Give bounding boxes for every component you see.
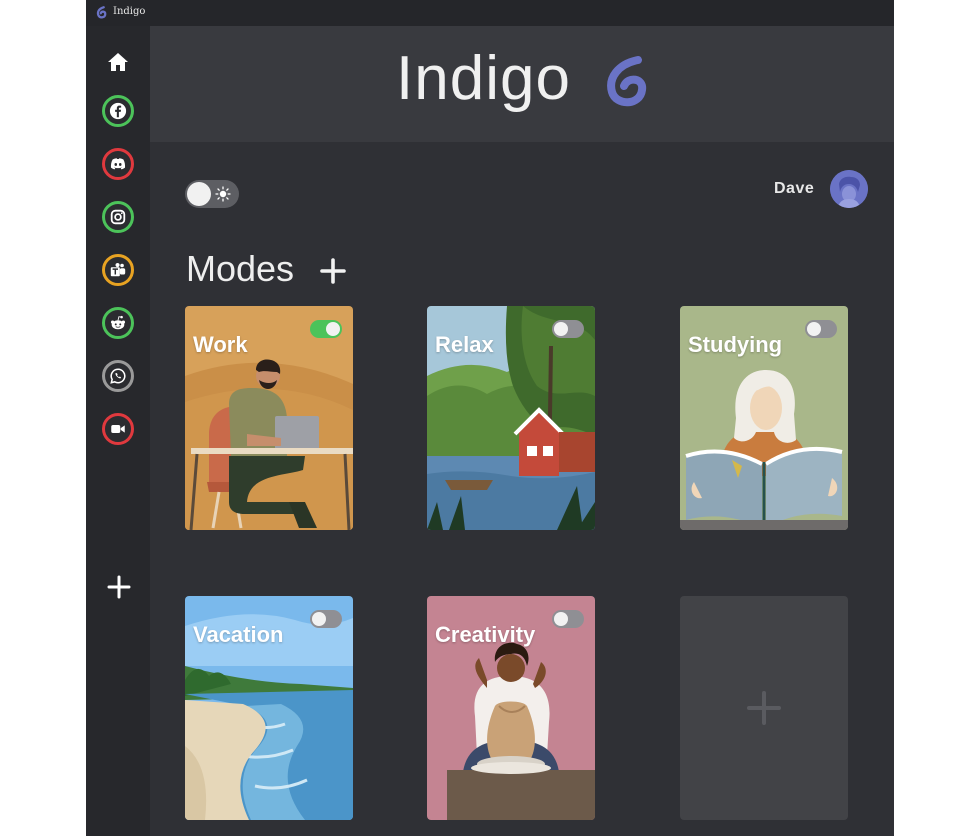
mode-toggle-work[interactable]	[310, 320, 342, 338]
mode-label: Relax	[435, 332, 494, 357]
sidebar-item-discord[interactable]	[102, 148, 134, 180]
indigo-logo-icon	[607, 56, 647, 107]
user-name: Dave	[774, 180, 815, 197]
mode-card-relax[interactable]: Relax	[427, 306, 595, 530]
add-mode-card[interactable]	[680, 596, 848, 820]
theme-toggle[interactable]	[185, 180, 239, 208]
mode-toggle-vacation[interactable]	[310, 610, 342, 628]
mode-card-work[interactable]: Work	[185, 306, 353, 530]
mode-label: Creativity	[435, 622, 536, 647]
teams-icon	[110, 262, 126, 277]
mode-label: Vacation	[193, 622, 284, 647]
sidebar-item-whatsapp[interactable]	[102, 360, 134, 392]
add-app-icon[interactable]	[106, 574, 132, 600]
mode-toggle-creativity[interactable]	[552, 610, 584, 628]
sidebar-item-reddit[interactable]	[102, 307, 134, 339]
reddit-icon	[110, 315, 126, 330]
header: Indigo	[150, 26, 894, 142]
sun-icon	[215, 186, 231, 202]
main-panel: Indigo Dave Modes Work Relax Studying Va…	[150, 26, 894, 836]
indigo-logo-icon	[96, 6, 107, 19]
brand-title: Indigo	[396, 44, 571, 113]
mode-label: Work	[193, 332, 248, 357]
whatsapp-icon	[110, 368, 126, 384]
title-bar: Indigo	[86, 0, 894, 26]
mode-card-creativity[interactable]: Creativity	[427, 596, 595, 820]
add-mode-icon[interactable]	[320, 258, 346, 284]
avatar[interactable]	[830, 170, 868, 208]
mode-toggle-studying[interactable]	[805, 320, 837, 338]
app-window: Indigo Indigo Dave Modes Work Relax Stud…	[86, 0, 894, 836]
window-title: Indigo	[113, 6, 146, 17]
modes-title: Modes	[186, 248, 295, 289]
plus-icon	[747, 691, 781, 725]
discord-icon	[110, 158, 126, 170]
mode-card-vacation[interactable]: Vacation	[185, 596, 353, 820]
video-camera-icon	[111, 424, 125, 434]
sidebar	[86, 26, 150, 836]
mode-label: Studying	[688, 332, 783, 357]
sidebar-item-instagram[interactable]	[102, 201, 134, 233]
theme-toggle-knob	[187, 182, 211, 206]
mode-card-studying[interactable]: Studying	[680, 306, 848, 530]
instagram-icon	[110, 209, 126, 225]
user-avatar-icon	[830, 170, 868, 208]
sidebar-item-facebook[interactable]	[102, 95, 134, 127]
mode-toggle-relax[interactable]	[552, 320, 584, 338]
home-icon[interactable]	[106, 50, 130, 74]
sidebar-item-zoom[interactable]	[102, 413, 134, 445]
facebook-icon	[109, 102, 127, 120]
sidebar-item-teams[interactable]	[102, 254, 134, 286]
